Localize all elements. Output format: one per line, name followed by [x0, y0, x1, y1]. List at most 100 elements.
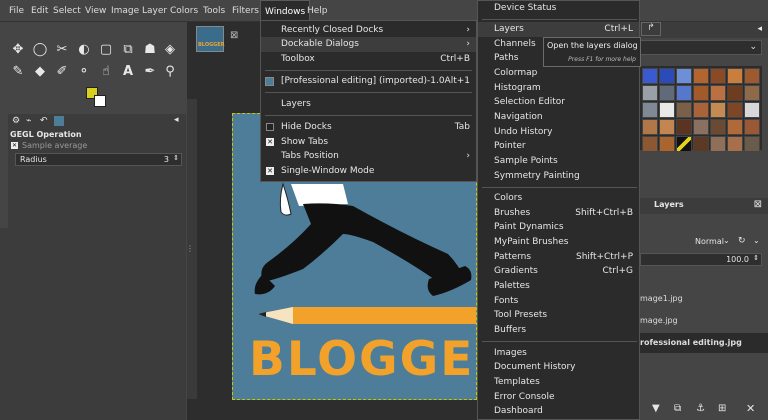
pattern-swatch[interactable]: [642, 68, 658, 84]
mode-options-icon[interactable]: ⌄: [753, 236, 760, 245]
bucket-fill-icon[interactable]: ◈: [162, 42, 178, 58]
pattern-swatch[interactable]: [693, 68, 709, 84]
pattern-swatch[interactable]: [693, 136, 709, 152]
menu-item-toolbox[interactable]: Toolbox Ctrl+B: [261, 52, 476, 67]
dialog-document-history[interactable]: Document History: [478, 360, 639, 375]
dialog-gradients[interactable]: Gradients Ctrl+G: [478, 264, 639, 279]
pattern-swatch[interactable]: [710, 102, 726, 118]
airbrush-icon[interactable]: ✐: [54, 64, 70, 80]
pattern-swatch[interactable]: [642, 119, 658, 135]
pattern-swatch[interactable]: [727, 136, 743, 152]
dialog-tool-presets[interactable]: Tool Presets: [478, 308, 639, 323]
dialog-symmetry-painting[interactable]: Symmetry Painting: [478, 169, 639, 184]
tool-options-tab-icon[interactable]: ⚙: [12, 116, 20, 126]
pattern-swatch[interactable]: [744, 85, 760, 101]
opacity-stepper-icon[interactable]: ⇕: [753, 254, 759, 262]
lower-layer-icon[interactable]: ▼: [652, 403, 660, 414]
pattern-swatch[interactable]: [676, 85, 692, 101]
dialog-images[interactable]: Images: [478, 346, 639, 361]
menu-item-show-tabs[interactable]: ✕ Show Tabs: [261, 135, 476, 150]
pattern-swatch[interactable]: [744, 136, 760, 152]
layer-row[interactable]: mage1.jpg: [640, 289, 768, 309]
layer-mode-value[interactable]: Normal: [695, 237, 724, 246]
pattern-swatch[interactable]: [693, 119, 709, 135]
dialog-patterns[interactable]: Patterns Shift+Ctrl+P: [478, 250, 639, 265]
menu-file[interactable]: File: [5, 0, 28, 22]
merge-layer-icon[interactable]: ⊞: [718, 403, 726, 414]
color-picker-icon[interactable]: ✒: [142, 64, 158, 80]
pattern-swatch[interactable]: [676, 102, 692, 118]
dialog-mypaint-brushes[interactable]: MyPaint Brushes: [478, 235, 639, 250]
pattern-swatch[interactable]: [727, 119, 743, 135]
dialog-selection-editor[interactable]: Selection Editor: [478, 95, 639, 110]
pattern-swatch[interactable]: [727, 85, 743, 101]
dialog-layers[interactable]: Layers Ctrl+L: [478, 22, 639, 37]
anchor-layer-icon[interactable]: ⚓: [696, 403, 705, 414]
pattern-filter-dropdown[interactable]: ⌄: [640, 40, 762, 55]
pattern-swatch[interactable]: [642, 102, 658, 118]
images-tab-icon[interactable]: [54, 116, 64, 126]
clone-icon[interactable]: ⚬: [76, 64, 92, 80]
warp-tool-icon[interactable]: ☗: [142, 42, 158, 58]
menu-item-tabs-position[interactable]: Tabs Position ›: [261, 149, 476, 164]
menu-filters[interactable]: Filters: [228, 0, 263, 22]
pattern-swatch[interactable]: [693, 102, 709, 118]
pattern-swatch[interactable]: [659, 68, 675, 84]
move-tool-icon[interactable]: ✥: [10, 42, 26, 58]
pattern-swatch[interactable]: [659, 119, 675, 135]
pattern-swatch[interactable]: [727, 68, 743, 84]
pattern-swatch[interactable]: [676, 136, 692, 152]
foreground-select-icon[interactable]: ◐: [76, 42, 92, 58]
scissors-tool-icon[interactable]: ✂: [54, 42, 70, 58]
layer-row-selected[interactable]: rofessional editing.jpg: [640, 333, 768, 353]
paintbrush-icon[interactable]: ✎: [10, 64, 26, 80]
duplicate-layer-icon[interactable]: ⧉: [674, 403, 681, 414]
menu-tools[interactable]: Tools: [199, 0, 229, 22]
pattern-swatch[interactable]: [710, 85, 726, 101]
dialog-brushes[interactable]: Brushes Shift+Ctrl+B: [478, 206, 639, 221]
menu-item-single-window-mode[interactable]: ✕ Single-Window Mode: [261, 164, 476, 179]
zoom-icon[interactable]: ⚲: [162, 64, 178, 80]
layers-tab-label[interactable]: Layers: [654, 200, 684, 209]
pattern-swatch[interactable]: [710, 68, 726, 84]
reset-mode-icon[interactable]: ↻: [738, 236, 746, 246]
device-status-tab-icon[interactable]: ⌁: [26, 116, 31, 126]
pattern-swatch[interactable]: [693, 85, 709, 101]
pattern-swatch[interactable]: [676, 119, 692, 135]
layer-row[interactable]: mage.jpg: [640, 311, 768, 331]
dock-menu-icon[interactable]: ◂: [757, 24, 762, 34]
dialog-dashboard[interactable]: Dashboard: [478, 404, 639, 419]
dialog-error-console[interactable]: Error Console: [478, 390, 639, 405]
pattern-swatch[interactable]: [659, 102, 675, 118]
dialog-fonts[interactable]: Fonts: [478, 294, 639, 309]
crop-tool-icon[interactable]: ▢: [98, 42, 114, 58]
pattern-swatch[interactable]: [744, 68, 760, 84]
close-layers-tab-icon[interactable]: ⊠: [754, 199, 762, 210]
menu-select[interactable]: Select: [49, 0, 85, 22]
pattern-swatch[interactable]: [710, 136, 726, 152]
pattern-swatch[interactable]: [744, 119, 760, 135]
sample-average-checkbox[interactable]: ✕: [11, 142, 18, 149]
paint-tab-icon[interactable]: ↱: [641, 22, 661, 36]
text-tool-icon[interactable]: A: [120, 64, 136, 80]
menu-item-hide-docks[interactable]: Hide Docks Tab: [261, 120, 476, 135]
dialog-histogram[interactable]: Histogram: [478, 81, 639, 96]
dock-resize-handle-icon[interactable]: ⋮: [186, 244, 194, 253]
undo-history-tab-icon[interactable]: ↶: [40, 116, 48, 126]
radius-stepper-icon[interactable]: ⇕: [173, 154, 179, 162]
lasso-tool-icon[interactable]: ◯: [32, 42, 48, 58]
pattern-swatch[interactable]: [659, 136, 675, 152]
menu-help[interactable]: Help: [303, 0, 332, 22]
menu-item-recently-closed-docks[interactable]: Recently Closed Docks ›: [261, 23, 476, 38]
dialog-palettes[interactable]: Palettes: [478, 279, 639, 294]
panel-menu-icon[interactable]: ◂: [174, 115, 179, 125]
menu-item-layers[interactable]: Layers: [261, 97, 476, 112]
image-tab-thumbnail[interactable]: BLOGGER: [196, 26, 225, 52]
pattern-swatch[interactable]: [642, 85, 658, 101]
transform-tool-icon[interactable]: ⧉: [120, 42, 136, 58]
pattern-swatch[interactable]: [659, 85, 675, 101]
pattern-swatch[interactable]: [710, 119, 726, 135]
dialog-undo-history[interactable]: Undo History: [478, 125, 639, 140]
opacity-field[interactable]: 100.0 ⇕: [640, 253, 762, 266]
menu-colors[interactable]: Colors: [166, 0, 202, 22]
